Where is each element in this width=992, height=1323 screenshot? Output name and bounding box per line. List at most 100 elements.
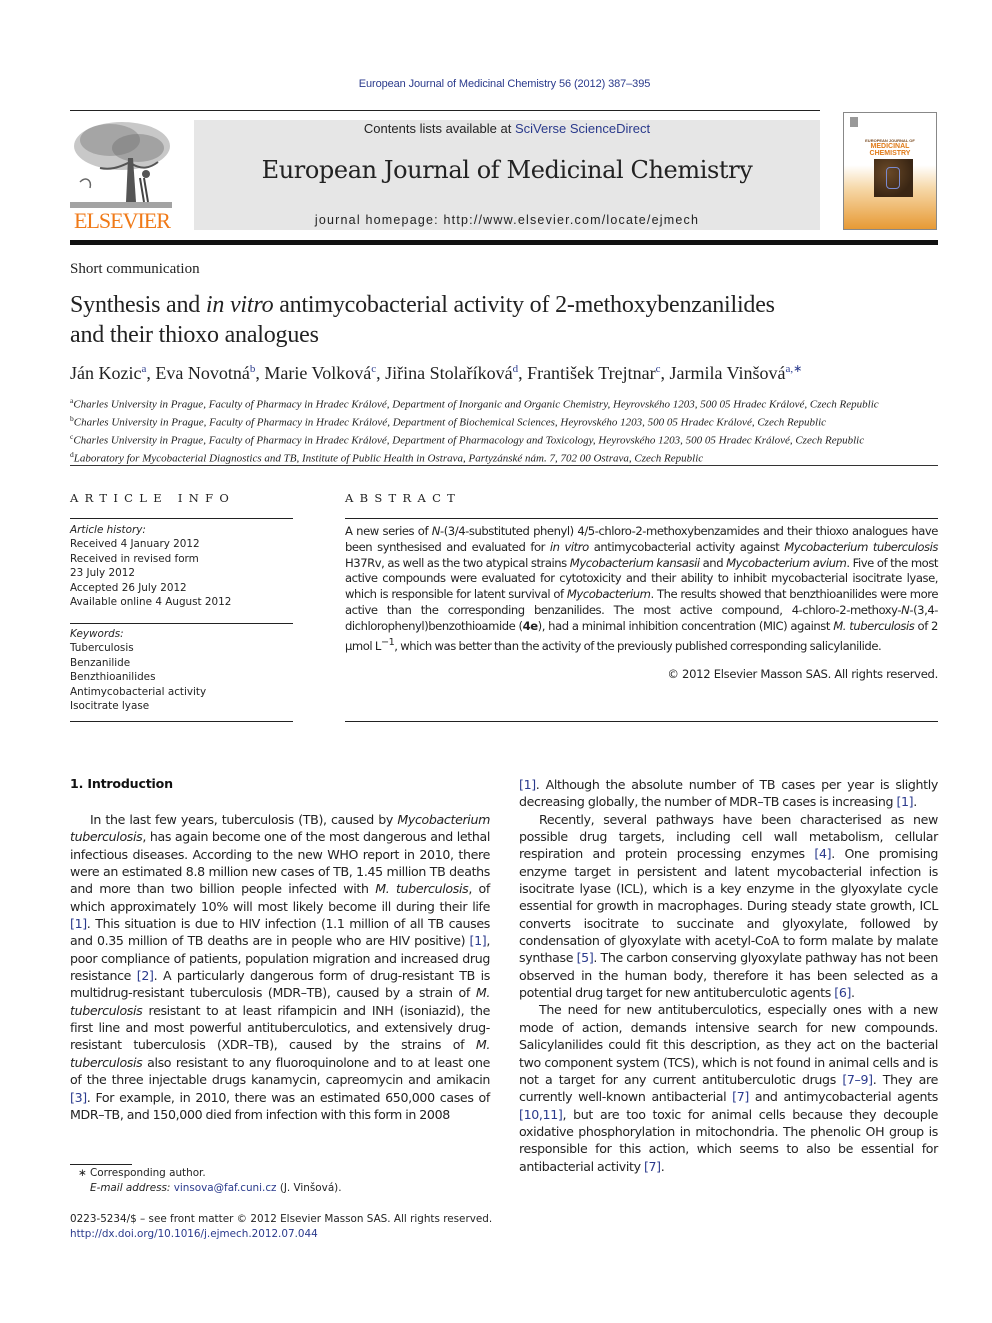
- text-run: . One promising enzyme target in persist…: [519, 846, 938, 966]
- article-history-label: Article history:: [70, 524, 146, 536]
- author-name[interactable]: Marie Volková: [264, 363, 371, 383]
- text-run: A new series of: [345, 524, 432, 538]
- italic-text: Mycobacterium: [566, 587, 651, 602]
- italic-text: Mycobacterium avium: [726, 555, 847, 570]
- affiliation-text: Charles University in Prague, Faculty of…: [73, 434, 865, 447]
- keywords-label: Keywords:: [70, 628, 124, 640]
- author-email-link[interactable]: vinsova@faf.cuni.cz: [174, 1182, 277, 1194]
- footnotes: ∗ Corresponding author. E-mail address: …: [70, 1166, 510, 1196]
- keyword-list: Tuberculosis Benzanilide Benzthioanilides A…: [70, 641, 206, 713]
- text-run: antimycobacterial activity against: [588, 539, 785, 554]
- italic-text: N: [431, 524, 441, 538]
- text-run: and anti­mycobacterial agents: [748, 1089, 938, 1105]
- text-run: , which was better than the activity of …: [394, 638, 882, 653]
- text-run: .: [851, 985, 855, 1001]
- keyword[interactable]: Tuberculosis: [70, 641, 206, 655]
- author-name[interactable]: Ján Kozic: [70, 363, 141, 383]
- elsevier-logo[interactable]: ELSEVIER: [70, 118, 172, 233]
- reference-link[interactable]: [10,11]: [519, 1107, 563, 1122]
- corresponding-author-note: ∗ Corresponding author.: [78, 1167, 206, 1179]
- body-paragraph: The need for new antituberculotics, espe…: [519, 1001, 938, 1174]
- reference-link[interactable]: [3]: [70, 1090, 87, 1105]
- journal-title: European Journal of Medicinal Chemistry: [261, 156, 753, 184]
- affiliation-text: Charles University in Prague, Faculty of…: [73, 416, 827, 429]
- doi-link[interactable]: http://dx.doi.org/10.1016/j.ejmech.2012.…: [70, 1228, 318, 1240]
- elsevier-wordmark: ELSEVIER: [74, 208, 171, 233]
- text-run: and: [699, 555, 727, 570]
- journal-homepage-line: journal homepage: http://www.elsevier.co…: [194, 213, 820, 227]
- text-run: H37Rv, as well as the two atypical strai…: [345, 555, 570, 570]
- text-run: .: [913, 794, 917, 810]
- affiliation-item: dLaboratory for Mycobacterial Diagnostic…: [70, 448, 945, 466]
- text-run: . For example, in 2010, there was an est…: [70, 1089, 490, 1122]
- journal-cover-thumbnail[interactable]: EUROPEAN JOURNAL OF MEDICINAL CHEMISTRY: [843, 112, 937, 230]
- article-history: Article history: Received 4 January 2012…: [70, 523, 231, 609]
- text-run: , but are too toxic for animal cells bec…: [519, 1106, 938, 1174]
- affiliation-divider: [70, 465, 938, 466]
- reference-link[interactable]: [2]: [137, 968, 154, 983]
- text-run: In the last few years, tuberculosis (TB)…: [90, 812, 398, 827]
- cover-molecule-image: [874, 159, 913, 197]
- italic-text: Mycobacterium tuberculosis: [784, 539, 938, 554]
- compound-label: 4e: [522, 618, 538, 633]
- contents-available-line: Contents lists available at SciVerse Sci…: [194, 121, 820, 136]
- issn-copyright-line: 0223-5234/$ – see front matter © 2012 El…: [70, 1213, 493, 1225]
- journal-citation[interactable]: European Journal of Medicinal Chemistry …: [0, 78, 992, 90]
- article-info-bottom-rule: [70, 721, 293, 722]
- text-run: . This situation is due to HIV infection…: [70, 916, 490, 949]
- keyword[interactable]: Isocitrate lyase: [70, 699, 206, 713]
- reference-link[interactable]: [6]: [834, 985, 851, 1000]
- reference-link[interactable]: [7]: [644, 1159, 661, 1174]
- reference-link[interactable]: [1]: [70, 916, 87, 931]
- body-column-right: [1]. Although the absolute number of TB …: [519, 776, 938, 1175]
- body-paragraph: [1]. Although the absolute number of TB …: [519, 776, 938, 811]
- keyword[interactable]: Benzanilide: [70, 656, 206, 670]
- history-entry: 23 July 2012: [70, 567, 135, 580]
- header-divider: [70, 110, 820, 111]
- italic-text: Mycobacterium kansasii: [569, 555, 700, 570]
- reference-link[interactable]: [1]: [896, 794, 913, 809]
- affiliation-item: bCharles University in Prague, Faculty o…: [70, 412, 945, 430]
- keyword[interactable]: Antimycobacterial activity: [70, 685, 206, 699]
- history-entry: Accepted 26 July 2012: [70, 581, 187, 594]
- reference-link[interactable]: [5]: [577, 950, 594, 965]
- history-entry: Received in revised form: [70, 552, 199, 565]
- homepage-url[interactable]: http://www.elsevier.com/locate/ejmech: [444, 213, 700, 227]
- keyword[interactable]: Benzthioanilides: [70, 670, 206, 684]
- author-separator: ,: [518, 363, 528, 383]
- author-name[interactable]: František Trejtnar: [527, 363, 656, 383]
- reference-link[interactable]: [7–9]: [842, 1072, 873, 1087]
- cover-publisher-icon: [850, 117, 858, 127]
- reference-link[interactable]: [7]: [732, 1089, 749, 1104]
- article-history-list: Received 4 January 2012 Received in revis…: [70, 537, 231, 609]
- author-name[interactable]: Jarmila Vinšová: [669, 363, 785, 383]
- journal-masthead: Contents lists available at SciVerse Sci…: [194, 120, 820, 230]
- text-run: .: [660, 1158, 665, 1174]
- article-title: Synthesis and in vitro antimycobacterial…: [70, 292, 775, 348]
- text-run: ), had a minimal inhibition concentra­ti…: [537, 618, 834, 633]
- affiliation-text: Laboratory for Mycobacterial Diagnostics…: [73, 452, 704, 465]
- abstract-divider: [345, 518, 938, 519]
- reference-link[interactable]: [1]: [519, 777, 536, 792]
- sciencedirect-link[interactable]: SciVerse ScienceDirect: [515, 121, 650, 136]
- header-thick-rule: [70, 240, 938, 245]
- author-name[interactable]: Jiřina Stolaříková: [385, 363, 512, 383]
- front-matter: 0223-5234/$ – see front matter © 2012 El…: [70, 1212, 510, 1242]
- affiliation-item: aCharles University in Prague, Faculty o…: [70, 394, 945, 412]
- author-name[interactable]: Eva Novotná: [155, 363, 249, 383]
- abstract-copyright: © 2012 Elsevier Masson SAS. All rights r…: [667, 667, 938, 681]
- body-column-left: In the last few years, tuberculosis (TB)…: [70, 811, 490, 1123]
- history-entry: Available online 4 August 2012: [70, 596, 232, 609]
- section-heading-introduction: 1. Introduction: [70, 776, 173, 791]
- article-info-divider: [70, 518, 293, 519]
- article-info-heading: ARTICLE INFO: [70, 491, 236, 505]
- abstract-text: A new series of N-(3/4-substituted pheny…: [345, 524, 938, 654]
- italic-text: M. tuberculosis: [375, 881, 469, 897]
- reference-link[interactable]: [1]: [470, 933, 487, 948]
- abstract-bottom-rule: [345, 721, 938, 722]
- reference-link[interactable]: [4]: [814, 846, 831, 861]
- author-separator: ,: [255, 363, 265, 383]
- affiliation-marker[interactable]: a,∗: [786, 363, 803, 375]
- history-entry: Received 4 January 2012: [70, 538, 200, 551]
- abstract-heading: ABSTRACT: [345, 491, 462, 505]
